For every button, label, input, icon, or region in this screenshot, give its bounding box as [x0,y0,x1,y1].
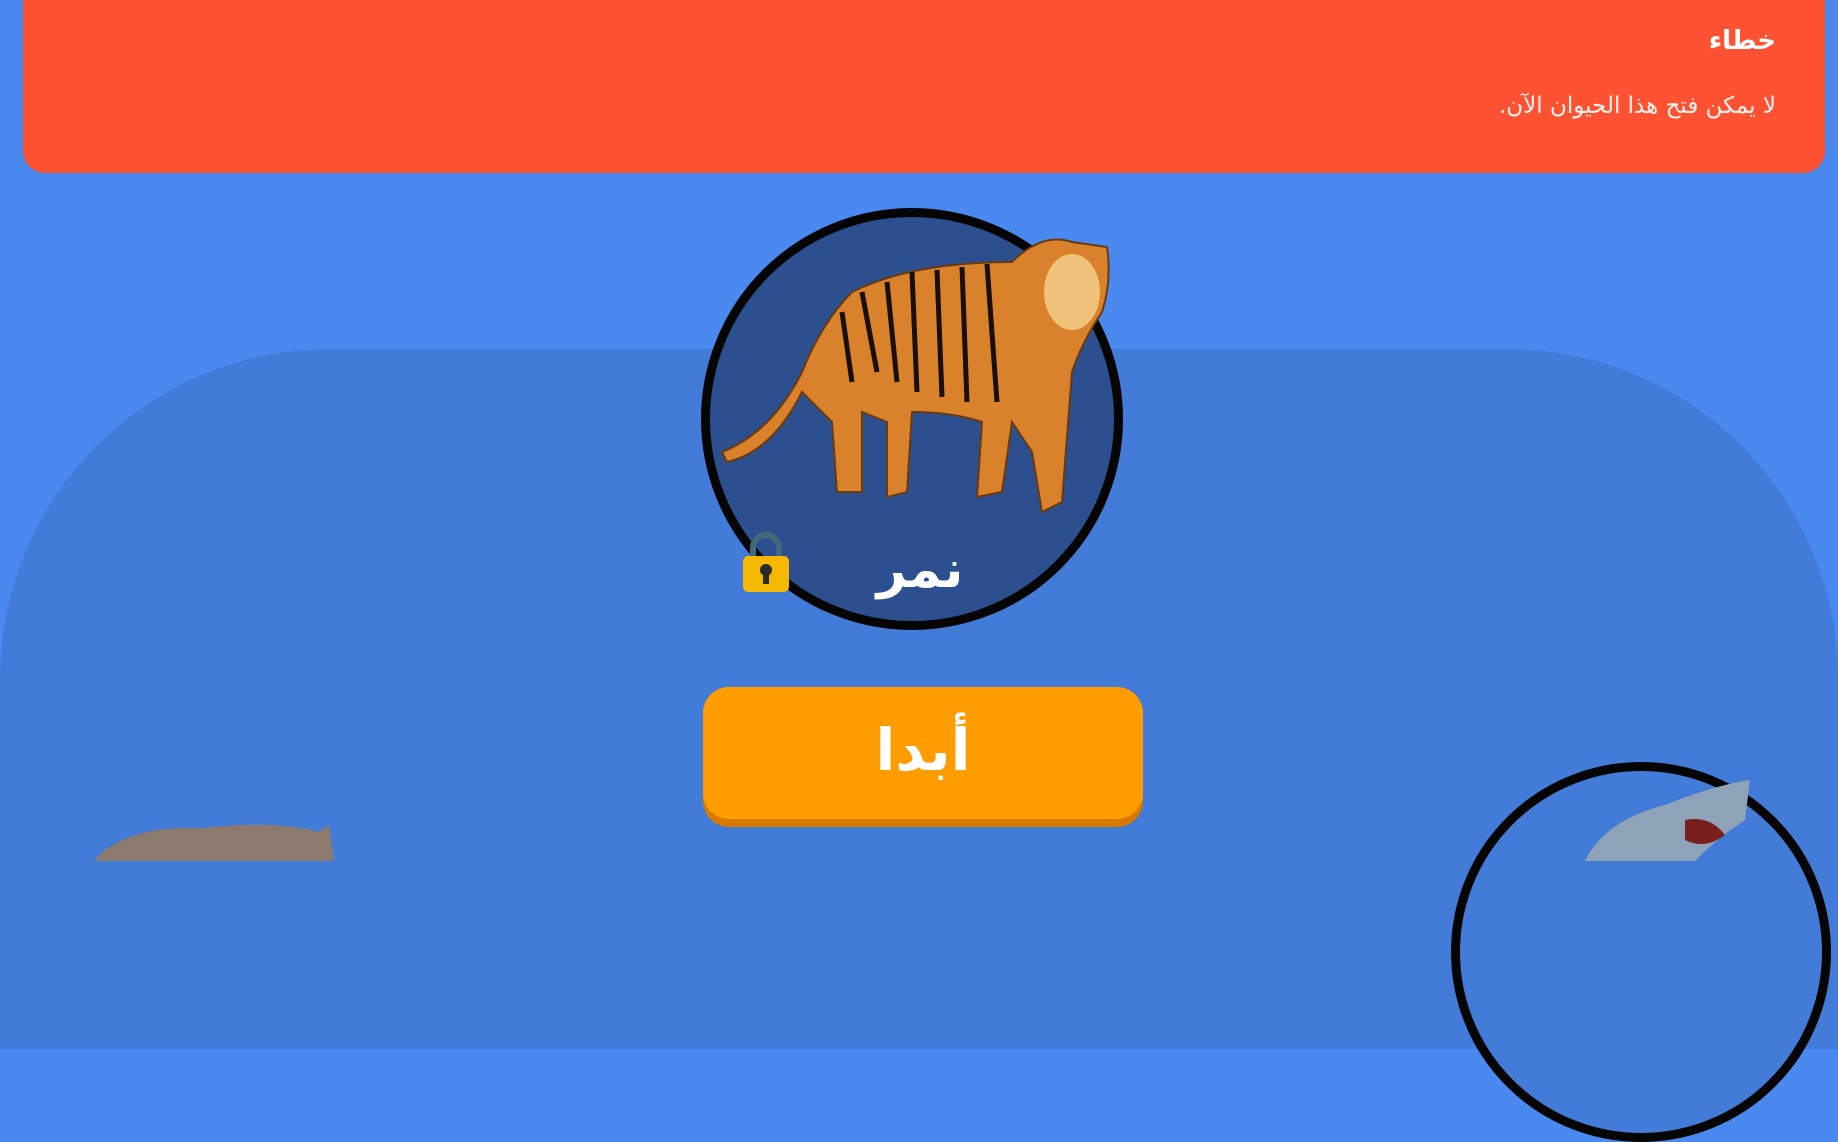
animal-name: نمر [876,540,964,600]
tiger-image [720,238,1110,514]
hippo-image[interactable] [94,820,334,861]
start-button[interactable]: أبدا [703,687,1143,819]
error-message: لا يمكن فتح هذا الحيوان الآن. [1498,93,1776,119]
error-title: خطاء [1708,26,1776,56]
shark-image [1585,780,1750,861]
padlock-icon [743,532,789,592]
error-banner: خطاء لا يمكن فتح هذا الحيوان الآن. [23,0,1825,173]
